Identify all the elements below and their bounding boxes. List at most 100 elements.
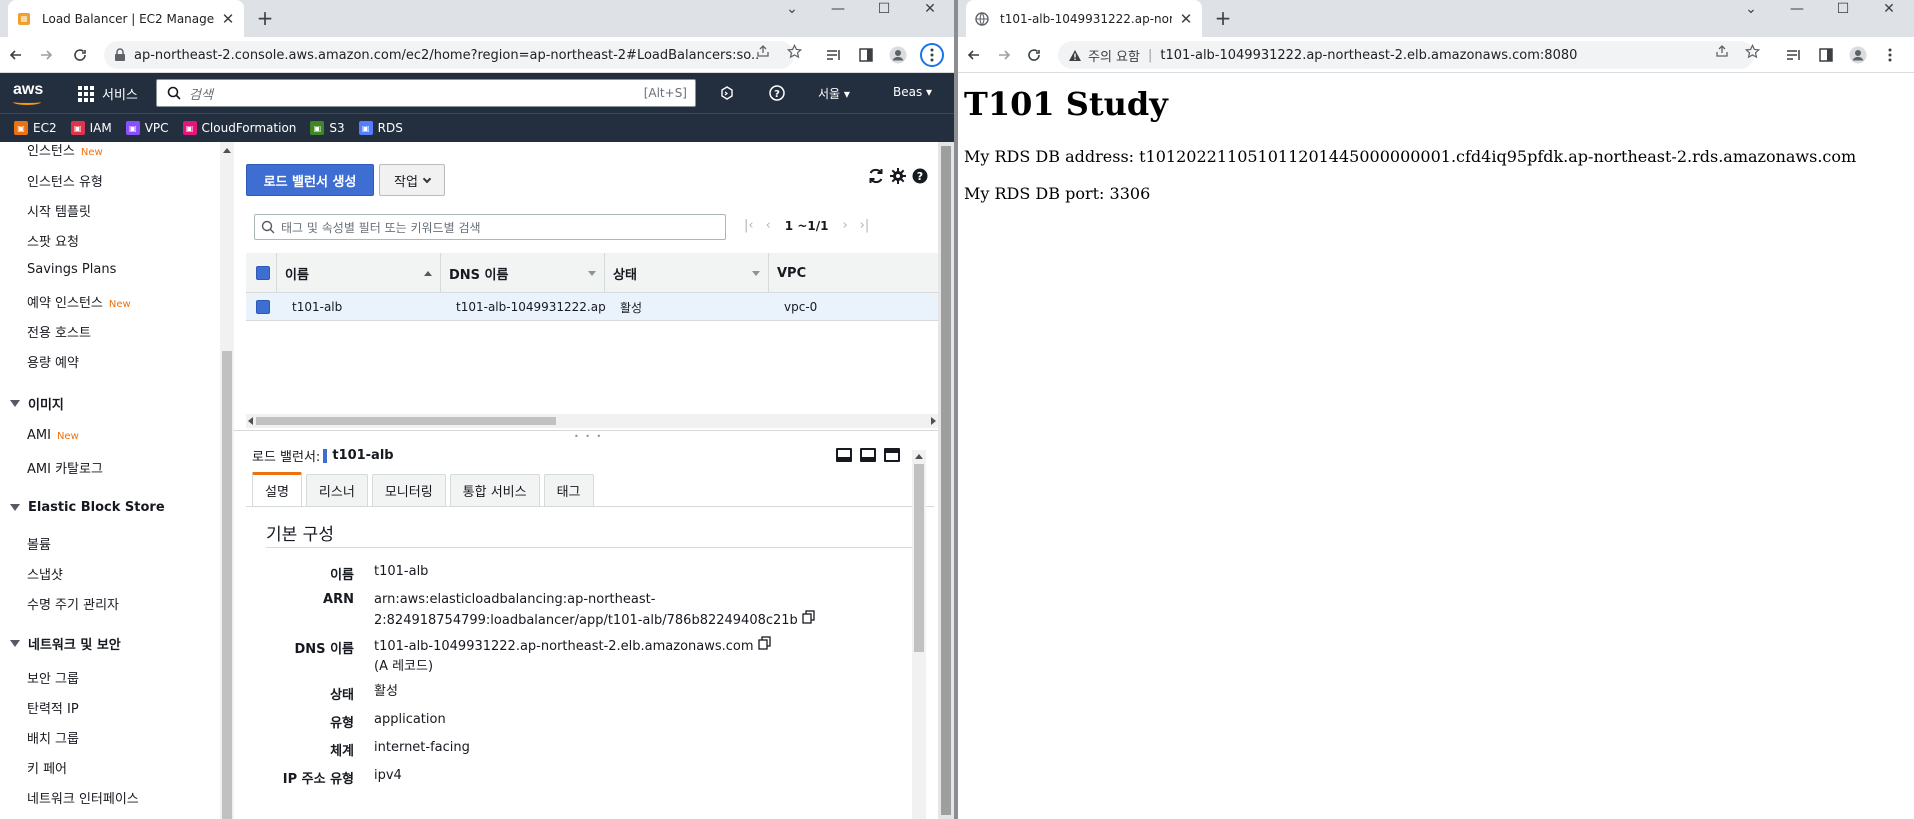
detail-tab[interactable]: 태그 (543, 474, 594, 506)
sidebar-item[interactable]: 스냅샷 (27, 564, 63, 583)
profile-avatar-icon[interactable] (888, 45, 908, 65)
sidebar-item[interactable]: AMI 카탈로그 (27, 458, 103, 477)
services-menu-button[interactable]: 서비스 (78, 84, 138, 103)
col-header-vpc[interactable]: VPC (768, 253, 888, 293)
sidebar-item[interactable]: 보안 그룹 (27, 668, 79, 687)
favorite-cloudformation[interactable]: ▣ CloudFormation (182, 121, 296, 135)
favorite-s3[interactable]: ▣ S3 (310, 121, 345, 135)
new-tab-icon[interactable]: + (1210, 6, 1236, 32)
table-horizontal-scrollbar[interactable] (246, 414, 938, 428)
sidebar-section-toggle[interactable]: 이미지 (10, 394, 64, 413)
sidebar-section-toggle[interactable]: Elastic Block Store (10, 500, 165, 515)
refresh-icon[interactable] (866, 166, 886, 186)
address-bar[interactable]: 주의 요함 | t101-alb-1049931222.ap-northeast… (1058, 41, 1754, 69)
detail-scrollbar[interactable] (912, 450, 926, 819)
tab-close-icon[interactable]: ✕ (1178, 10, 1194, 28)
prev-page-icon[interactable]: ‹ (766, 218, 771, 233)
minimize-icon[interactable]: — (815, 0, 861, 24)
aws-logo[interactable]: aws (13, 81, 43, 99)
account-menu[interactable]: Beas ▾ (893, 85, 932, 99)
table-scroll-thumb[interactable] (256, 417, 556, 425)
forward-icon[interactable] (36, 45, 56, 65)
share-icon[interactable] (1714, 43, 1730, 59)
address-bar[interactable]: ap-northeast-2.console.aws.amazon.com/ec… (104, 41, 794, 69)
sidebar-item[interactable]: 탄력적 IP (27, 698, 79, 717)
favorite-rds[interactable]: ▣ RDS (358, 121, 403, 135)
create-load-balancer-button[interactable]: 로드 밸런서 생성 (246, 164, 374, 196)
sidebar-scrollbar[interactable] (220, 142, 234, 819)
side-panel-icon[interactable] (856, 45, 876, 65)
profile-avatar-icon[interactable] (1848, 45, 1868, 65)
bookmark-star-icon[interactable] (786, 43, 802, 59)
copy-icon[interactable] (757, 636, 772, 657)
detail-tab[interactable]: 리스너 (305, 474, 368, 506)
sidebar-item[interactable]: 시작 템플릿 (27, 201, 91, 220)
sidebar-item[interactable]: 예약 인스턴스 New (27, 292, 131, 311)
sidebar-item[interactable]: 네트워크 인터페이스 (27, 788, 139, 807)
filter-search-input[interactable]: 태그 및 속성별 필터 또는 키워드별 검색 (254, 214, 726, 240)
favorite-vpc[interactable]: ▣ VPC (125, 121, 169, 135)
side-panel-icon[interactable] (1816, 45, 1836, 65)
row-checkbox[interactable] (256, 300, 270, 314)
close-window-icon[interactable]: ✕ (1866, 0, 1912, 24)
settings-gear-icon[interactable] (888, 166, 908, 186)
bookmark-star-icon[interactable] (1744, 43, 1760, 59)
reload-icon[interactable] (70, 45, 90, 65)
pane-splitter[interactable]: • • • (234, 430, 938, 441)
scroll-up-arrow-icon[interactable] (223, 148, 231, 153)
aws-search-input[interactable]: 검색 [Alt+S] (156, 79, 696, 107)
menu-kebab-icon[interactable] (1880, 45, 1900, 65)
layout-top-icon[interactable] (884, 448, 900, 462)
sidebar-item[interactable]: 전용 호스트 (27, 322, 91, 341)
sidebar-item[interactable]: 배치 그룹 (27, 728, 79, 747)
sidebar-item[interactable]: 인스턴스 유형 (27, 171, 103, 190)
sidebar-item[interactable]: 용량 예약 (27, 352, 79, 371)
close-window-icon[interactable]: ✕ (907, 0, 953, 24)
tab-close-icon[interactable]: ✕ (220, 10, 236, 28)
layout-split-icon[interactable] (860, 448, 876, 462)
sidebar-item[interactable]: 스팟 요청 (27, 231, 79, 250)
reading-list-icon[interactable] (1784, 45, 1804, 65)
browser-tab-ec2[interactable]: Load Balancer | EC2 Manageme ✕ (8, 0, 244, 37)
reload-icon[interactable] (1024, 45, 1044, 65)
scroll-up-arrow-icon[interactable] (915, 454, 923, 459)
menu-kebab-icon[interactable] (920, 43, 944, 67)
main-scroll-thumb[interactable] (941, 146, 951, 815)
new-tab-icon[interactable]: + (252, 6, 278, 32)
last-page-icon[interactable]: ›| (860, 218, 870, 233)
sidebar-item[interactable]: 인스턴스 New (27, 142, 103, 159)
back-icon[interactable] (6, 45, 26, 65)
maximize-icon[interactable]: ☐ (861, 0, 907, 24)
scroll-right-arrow-icon[interactable] (931, 417, 936, 425)
col-header-state[interactable]: 상태 (604, 253, 768, 293)
select-all-checkbox[interactable] (256, 266, 270, 280)
share-icon[interactable] (755, 43, 771, 59)
tab-search-chevron-icon[interactable]: ⌄ (769, 0, 815, 24)
table-row[interactable]: t101-alb t101-alb-1049931222.ap-nor... 활… (246, 293, 938, 321)
reading-list-icon[interactable] (824, 45, 844, 65)
main-scrollbar[interactable] (938, 142, 954, 819)
first-page-icon[interactable]: |‹ (744, 218, 754, 233)
sidebar-scroll-thumb[interactable] (222, 351, 232, 819)
favorite-ec2[interactable]: ▣ EC2 (14, 121, 57, 135)
favorite-iam[interactable]: ▣ IAM (70, 121, 112, 135)
layout-bottom-icon[interactable] (836, 448, 852, 462)
browser-tab-alb[interactable]: t101-alb-1049931222.ap-northe ✕ (966, 0, 1202, 37)
sidebar-item[interactable]: 수명 주기 관리자 (27, 594, 119, 613)
forward-icon[interactable] (994, 45, 1014, 65)
maximize-icon[interactable]: ☐ (1820, 0, 1866, 24)
next-page-icon[interactable]: › (842, 218, 847, 233)
cloudshell-icon[interactable] (718, 84, 736, 102)
col-header-name[interactable]: 이름 (276, 253, 440, 293)
back-icon[interactable] (964, 45, 984, 65)
col-header-dns[interactable]: DNS 이름 (440, 253, 604, 293)
sidebar-item[interactable]: Savings Plans (27, 262, 116, 277)
sidebar-item[interactable]: 키 페어 (27, 758, 67, 777)
help-circle-icon[interactable]: ? (910, 166, 930, 186)
sidebar-item[interactable]: AMI New (27, 428, 79, 443)
detail-scroll-thumb[interactable] (914, 464, 924, 652)
actions-dropdown-button[interactable]: 작업 (379, 164, 445, 196)
sidebar-section-toggle[interactable]: 네트워크 및 보안 (10, 634, 121, 653)
region-selector[interactable]: 서울 ▾ (818, 85, 850, 102)
minimize-icon[interactable]: — (1774, 0, 1820, 24)
